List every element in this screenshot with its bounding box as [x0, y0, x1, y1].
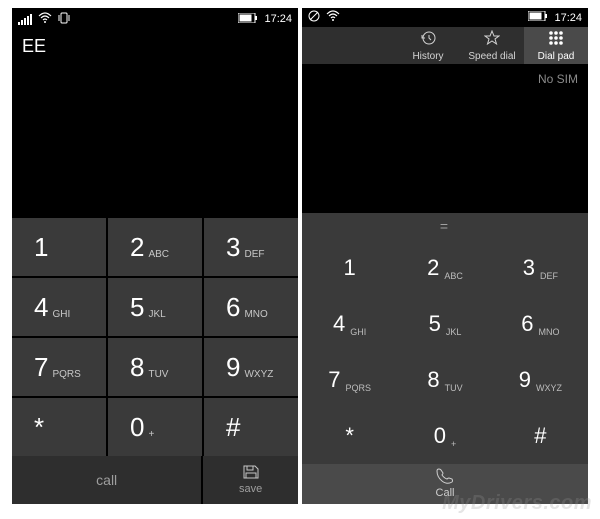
tab-label: History — [412, 51, 443, 62]
key-1[interactable]: 1 — [12, 218, 106, 276]
key-6[interactable]: 6MNO — [204, 278, 298, 336]
key-3[interactable]: 3DEF — [493, 240, 588, 296]
clock-text: 17:24 — [264, 13, 292, 25]
phone-icon — [436, 468, 454, 487]
key-0[interactable]: 0+ — [397, 408, 492, 464]
wifi-icon — [326, 10, 340, 25]
tab-history[interactable]: History — [396, 27, 460, 64]
battery-icon — [528, 11, 548, 24]
number-display-area — [12, 60, 298, 218]
clock-text: 17:24 — [554, 12, 582, 24]
key-4[interactable]: 4GHI — [302, 296, 397, 352]
carrier-label: EE — [12, 30, 298, 60]
save-icon — [243, 465, 259, 482]
number-display: = — [302, 213, 588, 239]
key-9[interactable]: 9WXYZ — [204, 338, 298, 396]
key-7[interactable]: 7PQRS — [302, 352, 397, 408]
key-7[interactable]: 7PQRS — [12, 338, 106, 396]
key-2[interactable]: 2ABC — [397, 240, 492, 296]
battery-icon — [238, 13, 258, 26]
dial-keypad: 12ABC3DEF 4GHI5JKL6MNO 7PQRS8TUV9WXYZ *0+# — [302, 240, 588, 464]
key-*[interactable]: * — [302, 408, 397, 464]
tab-dialpad[interactable]: Dial pad — [524, 27, 588, 64]
save-button[interactable]: save — [203, 456, 298, 504]
speeddial-icon — [484, 30, 500, 49]
tab-speeddial[interactable]: Speed dial — [460, 27, 524, 64]
key-8[interactable]: 8TUV — [108, 338, 202, 396]
wifi-icon — [38, 12, 52, 27]
key-5[interactable]: 5JKL — [397, 296, 492, 352]
key-2[interactable]: 2ABC — [108, 218, 202, 276]
key-5[interactable]: 5JKL — [108, 278, 202, 336]
call-label: call — [96, 472, 117, 488]
phone-wp8: 17:24 EE 12ABC3DEF 4GHI5JKL6MNO 7PQRS8TUV9… — [12, 8, 298, 504]
dial-keypad: 12ABC3DEF 4GHI5JKL6MNO 7PQRS8TUV9WXYZ *0+# — [12, 218, 298, 456]
key-0[interactable]: 0+ — [108, 398, 202, 456]
key-*[interactable]: * — [12, 398, 106, 456]
spacer-area — [302, 153, 588, 213]
tab-label: Speed dial — [468, 51, 515, 62]
bottom-bar: call save — [12, 456, 298, 504]
tab-bar: History Speed dial Dial pad — [302, 27, 588, 64]
status-bar: 17:24 — [12, 8, 298, 30]
history-icon — [420, 30, 436, 49]
no-sim-label: No SIM — [302, 64, 588, 153]
key-#[interactable]: # — [204, 398, 298, 456]
key-6[interactable]: 6MNO — [493, 296, 588, 352]
key-9[interactable]: 9WXYZ — [493, 352, 588, 408]
signal-icon — [18, 13, 32, 25]
save-label: save — [239, 483, 262, 495]
key-3[interactable]: 3DEF — [204, 218, 298, 276]
call-button[interactable]: call — [12, 456, 201, 504]
tab-label: Dial pad — [538, 51, 575, 62]
no-data-icon — [308, 10, 320, 25]
call-label: Call — [436, 487, 455, 499]
phone-w10m: 17:24 History Speed dial Dial pad No SIM =… — [302, 8, 588, 504]
status-bar: 17:24 — [302, 8, 588, 27]
key-4[interactable]: 4GHI — [12, 278, 106, 336]
key-1[interactable]: 1 — [302, 240, 397, 296]
key-8[interactable]: 8TUV — [397, 352, 492, 408]
call-button[interactable]: Call — [302, 464, 588, 504]
dialpad-icon — [548, 30, 564, 49]
vibrate-icon — [58, 12, 70, 27]
key-#[interactable]: # — [493, 408, 588, 464]
